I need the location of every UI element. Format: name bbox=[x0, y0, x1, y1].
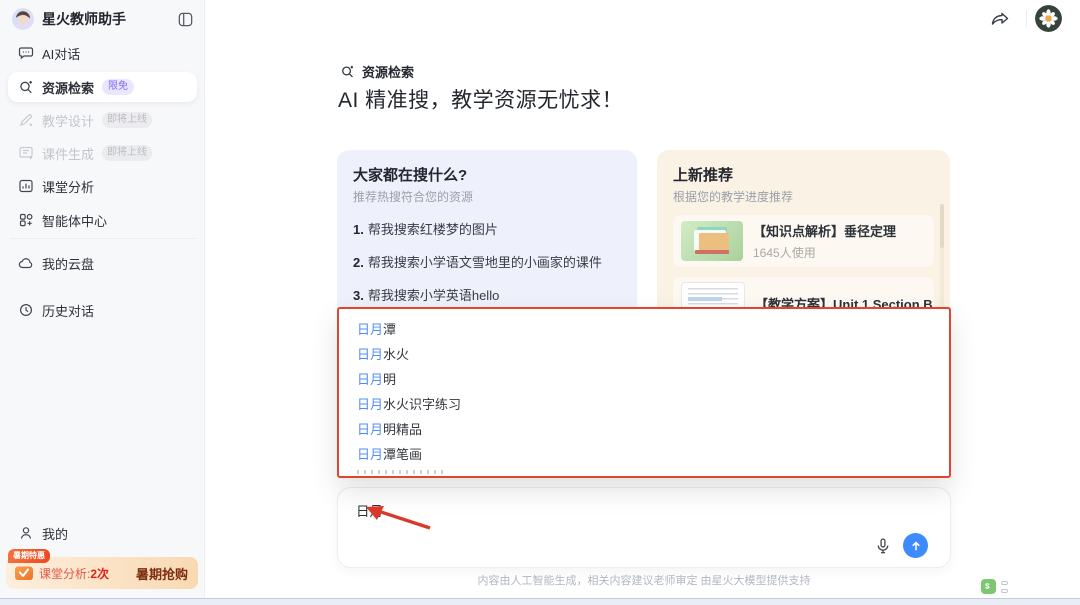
search-input[interactable]: 日月 bbox=[337, 487, 951, 568]
user-avatar[interactable] bbox=[1035, 5, 1062, 32]
hot-item-number: 3. bbox=[353, 288, 364, 303]
page-title: AI 精准搜，教学资源无忧求！ bbox=[338, 84, 623, 114]
suggestion-text: 明精品 bbox=[383, 419, 422, 438]
suggestion-dropdown annotation-box: 日月潭 日月水火 日月明 日月水火识字练习 日月明精品 日月潭笔画 bbox=[337, 307, 951, 478]
sidebar-item-mine[interactable]: 我的 bbox=[8, 518, 197, 548]
suggestion-item[interactable]: 日月潭 bbox=[357, 316, 949, 341]
promo-tag: 暑期特惠 bbox=[8, 549, 50, 563]
suggestion-highlight: 日月 bbox=[357, 419, 383, 438]
clipped-suggestion-row bbox=[357, 470, 447, 474]
breadcrumb-label: 资源检索 bbox=[362, 62, 414, 81]
widget-handle-icon[interactable] bbox=[1001, 581, 1009, 593]
logo-row: 星火教师助手 bbox=[12, 6, 194, 32]
sidebar-item-label: 课件生成 bbox=[42, 144, 94, 163]
chart-icon bbox=[18, 178, 34, 194]
suggestion-item[interactable]: 日月明精品 bbox=[357, 416, 949, 441]
search-icon bbox=[340, 64, 355, 79]
promo-badge-icon bbox=[14, 564, 34, 582]
sidebar-item-courseware-generation[interactable]: 课件生成 即将上线 bbox=[8, 138, 197, 168]
sidebar-item-label: 我的 bbox=[42, 524, 68, 543]
promo-banner[interactable]: 暑期特惠 课堂分析:2次 暑期抢购 bbox=[6, 557, 198, 589]
suggestion-highlight: 日月 bbox=[357, 394, 383, 413]
promo-buy-button[interactable]: 暑期抢购 bbox=[136, 564, 188, 583]
topbar-divider bbox=[1026, 10, 1027, 27]
suggestion-text: 水火 bbox=[383, 344, 409, 363]
hot-search-item[interactable]: 2. 帮我搜索小学语文雪地里的小画家的课件 bbox=[353, 252, 621, 271]
new-card-title: 上新推荐 bbox=[673, 164, 934, 185]
floating-widget[interactable] bbox=[981, 579, 1009, 594]
hot-item-text: 帮我搜索小学英语hello bbox=[368, 288, 499, 303]
sidebar-item-cloud-drive[interactable]: 我的云盘 bbox=[8, 248, 197, 278]
sidebar-item-label: 资源检索 bbox=[42, 78, 94, 97]
sidebar-divider bbox=[10, 238, 195, 239]
coming-soon-badge: 即将上线 bbox=[102, 112, 152, 128]
recommend-item[interactable]: 【知识点解析】垂径定理 1645人使用 bbox=[673, 215, 934, 267]
pencil-icon bbox=[18, 112, 34, 128]
chat-icon bbox=[18, 45, 34, 61]
recommend-item-title: 【知识点解析】垂径定理 bbox=[753, 221, 896, 240]
sidebar-item-label: 课堂分析 bbox=[42, 177, 94, 196]
taskbar-edge bbox=[0, 598, 1080, 605]
suggestion-text: 潭笔画 bbox=[383, 444, 422, 463]
sidebar-item-history-chats[interactable]: 历史对话 bbox=[8, 295, 197, 325]
free-badge: 限免 bbox=[102, 79, 134, 95]
ai-disclaimer: 内容由人工智能生成，相关内容建议老师审定 由星火大模型提供支持 bbox=[337, 572, 951, 588]
share-icon[interactable] bbox=[988, 8, 1012, 32]
suggestion-item[interactable]: 日月明 bbox=[357, 366, 949, 391]
app-window: 星火教师助手 AI对话 资源检索 限免 教学设计 即将上线 课件生成 即将上线 bbox=[0, 0, 1080, 605]
hot-search-card: 大家都在搜什么? 推荐热搜符合您的资源 1. 帮我搜索红楼梦的图片 2. 帮我搜索小… bbox=[337, 150, 637, 325]
suggestion-highlight: 日月 bbox=[357, 369, 383, 388]
cloud-icon bbox=[18, 255, 34, 271]
hot-search-item[interactable]: 3. 帮我搜索小学英语hello bbox=[353, 285, 621, 304]
sidebar-item-teaching-design[interactable]: 教学设计 即将上线 bbox=[8, 105, 197, 135]
suggestion-highlight: 日月 bbox=[357, 344, 383, 363]
hot-card-title: 大家都在搜什么? bbox=[353, 164, 621, 185]
sidebar-item-label: AI对话 bbox=[42, 44, 80, 63]
sidebar-item-agent-center[interactable]: 智能体中心 bbox=[8, 205, 197, 235]
slides-icon bbox=[18, 145, 34, 161]
hot-card-subtitle: 推荐热搜符合您的资源 bbox=[353, 188, 621, 205]
app-title: 星火教师助手 bbox=[42, 9, 169, 29]
new-card-subtitle: 根据您的教学进度推荐 bbox=[673, 188, 934, 205]
recommend-item-usage: 1645人使用 bbox=[753, 244, 896, 261]
new-recommend-card: 上新推荐 根据您的教学进度推荐 【知识点解析】垂径定理 1645人使用 【教学方… bbox=[657, 150, 950, 325]
sidebar-collapse-icon[interactable] bbox=[177, 11, 194, 28]
send-button[interactable] bbox=[903, 533, 928, 558]
suggestion-highlight: 日月 bbox=[357, 444, 383, 463]
sidebar-item-label: 教学设计 bbox=[42, 111, 94, 130]
sidebar: 星火教师助手 AI对话 资源检索 限免 教学设计 即将上线 课件生成 即将上线 bbox=[0, 0, 205, 599]
hot-item-number: 1. bbox=[353, 222, 364, 237]
input-value: 日月 bbox=[356, 500, 383, 520]
slides-thumbnail bbox=[681, 221, 743, 261]
suggestion-item[interactable]: 日月水火 bbox=[357, 341, 949, 366]
sidebar-item-label: 智能体中心 bbox=[42, 211, 107, 230]
agent-grid-icon bbox=[18, 212, 34, 228]
coming-soon-badge: 即将上线 bbox=[102, 145, 152, 161]
hot-item-text: 帮我搜索小学语文雪地里的小画家的课件 bbox=[368, 255, 602, 270]
suggestion-item[interactable]: 日月水火识字练习 bbox=[357, 391, 949, 416]
mic-icon[interactable] bbox=[874, 537, 892, 555]
app-logo bbox=[12, 8, 34, 30]
sidebar-item-resource-search[interactable]: 资源检索 限免 bbox=[8, 72, 197, 102]
history-clock-icon bbox=[18, 302, 34, 318]
sidebar-item-ai-chat[interactable]: AI对话 bbox=[8, 38, 197, 68]
promo-count: 2次 bbox=[90, 567, 109, 581]
search-icon bbox=[18, 79, 34, 95]
suggestion-text: 潭 bbox=[383, 319, 396, 338]
docs-widget-icon[interactable] bbox=[981, 579, 996, 594]
person-icon bbox=[18, 525, 34, 541]
sidebar-item-label: 我的云盘 bbox=[42, 254, 94, 273]
breadcrumb: 资源检索 bbox=[340, 62, 414, 81]
suggestion-highlight: 日月 bbox=[357, 319, 383, 338]
hot-item-text: 帮我搜索红楼梦的图片 bbox=[368, 222, 498, 237]
promo-text: 课堂分析:2次 bbox=[39, 565, 109, 582]
hot-item-number: 2. bbox=[353, 255, 364, 270]
sidebar-item-classroom-analysis[interactable]: 课堂分析 bbox=[8, 171, 197, 201]
hot-search-item[interactable]: 1. 帮我搜索红楼梦的图片 bbox=[353, 219, 621, 238]
suggestion-item[interactable]: 日月潭笔画 bbox=[357, 441, 949, 466]
suggestion-text: 水火识字练习 bbox=[383, 394, 461, 413]
sidebar-item-label: 历史对话 bbox=[42, 301, 94, 320]
card-scrollbar[interactable] bbox=[940, 204, 944, 316]
suggestion-text: 明 bbox=[383, 369, 396, 388]
